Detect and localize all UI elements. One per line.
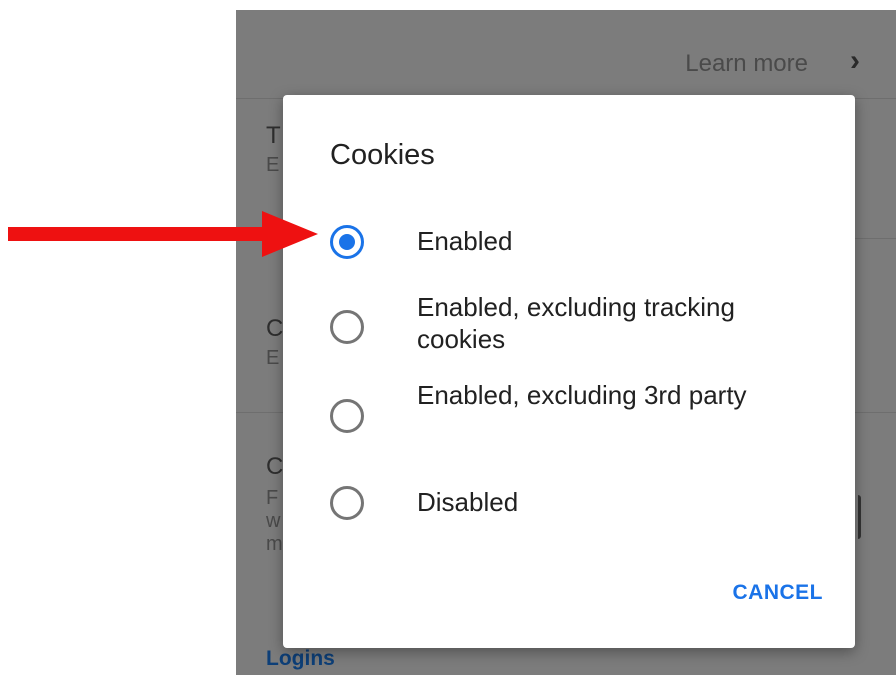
radio-selected-icon[interactable] — [330, 225, 364, 259]
annotation-arrow-icon — [8, 211, 318, 257]
radio-unselected-icon[interactable] — [330, 486, 364, 520]
logins-section-header: Logins — [266, 647, 335, 670]
dialog-title: Cookies — [330, 139, 435, 171]
cookies-dialog: Cookies Enabled Enabled, excluding track… — [283, 95, 855, 648]
option-label: Enabled — [417, 226, 513, 256]
setting-item-1: T E — [266, 122, 281, 177]
setting-item-2: C E — [266, 315, 283, 370]
radio-unselected-icon[interactable] — [330, 310, 364, 344]
cancel-button[interactable]: CANCEL — [703, 581, 823, 617]
option-excluding-third-party[interactable]: Enabled, excluding 3rd party — [283, 379, 855, 459]
option-disabled[interactable]: Disabled — [283, 473, 855, 553]
setting-item-3-line-1: F — [266, 487, 279, 509]
setting-item-1-subtitle: E — [266, 154, 280, 176]
chevron-right-icon: › — [850, 44, 860, 77]
setting-item-3-line-2: w — [266, 510, 281, 532]
setting-item-2-title: C — [266, 315, 284, 342]
option-label: Enabled, excluding tracking cookies — [417, 292, 735, 354]
setting-item-3: C F w m — [266, 453, 283, 556]
option-label: Enabled, excluding 3rd party — [417, 380, 747, 410]
option-label: Disabled — [417, 487, 519, 517]
setting-item-2-subtitle: E — [266, 347, 280, 369]
setting-item-3-title: C — [266, 453, 284, 480]
setting-item-1-title: T — [266, 122, 281, 149]
option-excluding-tracking[interactable]: Enabled, excluding tracking cookies — [283, 291, 855, 371]
setting-item-3-line-3: m — [266, 533, 283, 555]
learn-more-link: Learn more — [685, 50, 808, 77]
radio-unselected-icon[interactable] — [330, 399, 364, 433]
learn-more-row: Learn more › — [236, 30, 896, 99]
option-enabled[interactable]: Enabled — [283, 201, 855, 281]
